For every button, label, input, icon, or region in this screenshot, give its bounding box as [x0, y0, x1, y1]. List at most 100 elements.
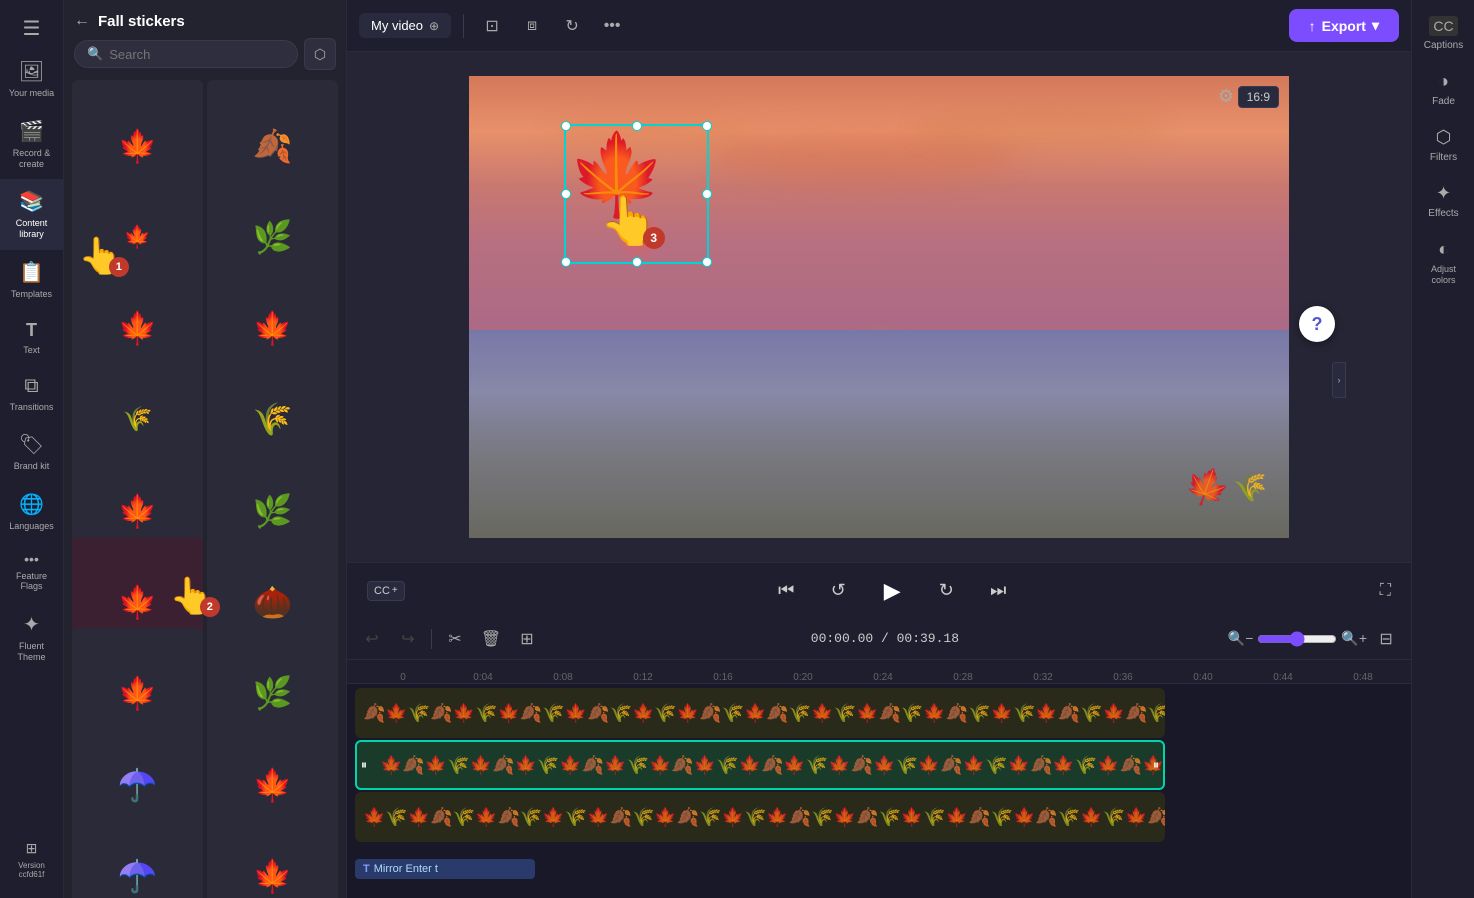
sticker-emoji-15: 🍁 — [253, 766, 293, 804]
fit-button[interactable]: ⊟ — [1371, 624, 1401, 654]
search-icon: 🔍 — [87, 46, 103, 62]
track-text-mirror[interactable]: T Mirror Enter t — [355, 859, 535, 879]
back-button[interactable]: ← — [74, 12, 90, 30]
timeline-tracks: 🍂🍁🌾🍂🍁🌾🍁🍂🌾🍁🍂🌾🍁🌾🍁🍂🌾🍁🍂🌾🍁🌾🍁🍂🌾🍁🍂🌾🍁🌾🍁🍂🌾🍁🍂🌾🍁🌾🍁🍂… — [347, 684, 1411, 898]
track-video-main[interactable]: ⏸ 🍁🍂🍁🌾🍁🍂🍁🌾🍁🍂🍁🌾🍁🍂🍁🌾🍁🍂🍁🌾🍁🍂🍁🌾🍁🍂🍁🌾🍁🍂🍁🌾🍁🍂🍁🌾🍁🍂… — [355, 740, 1165, 790]
track-sticker-top[interactable]: 🍂🍁🌾🍂🍁🌾🍁🍂🌾🍁🍂🌾🍁🌾🍁🍂🌾🍁🍂🌾🍁🌾🍁🍂🌾🍁🍂🌾🍁🌾🍁🍂🌾🍁🍂🌾🍁🌾🍁🍂… — [355, 688, 1165, 738]
resize-icon: ⧈ — [527, 17, 537, 35]
sticker-emoji-3: 🌿 — [253, 218, 293, 256]
templates-icon: 📋 — [19, 260, 44, 285]
sidebar-label-transitions: Transitions — [10, 402, 54, 412]
settings-icon[interactable]: ⚙ — [1218, 86, 1234, 107]
cc-button[interactable]: CC + — [367, 581, 405, 601]
sticker-cell-17[interactable]: 🍁 — [207, 811, 338, 898]
sidebar-item-text[interactable]: T Text — [0, 310, 63, 365]
right-tool-fade[interactable]: ◑ Fade — [1416, 63, 1472, 115]
right-tool-effects[interactable]: ✦ Effects — [1416, 175, 1472, 227]
sidebar-item-transitions[interactable]: ⧉ Transitions — [0, 365, 63, 422]
rotate-icon: ↻ — [565, 16, 578, 36]
track-row-4: T Mirror Enter t — [355, 844, 1403, 894]
ruler-mark-2: 0:08 — [523, 672, 603, 683]
zoom-in-button[interactable]: 🔍+ — [1341, 630, 1367, 647]
back-icon: ← — [74, 12, 90, 30]
undo-icon: ↩ — [365, 629, 378, 649]
rotate-button[interactable]: ↻ — [556, 10, 588, 42]
sidebar-label-languages: Languages — [9, 521, 54, 531]
export-button[interactable]: ↑ Export ▾ — [1289, 9, 1399, 42]
video-title-text: My video — [371, 18, 423, 33]
video-canvas[interactable]: 🍁 🍁 🌾 ⚙ 16:9 — [469, 76, 1289, 538]
redo-button[interactable]: ↪ — [393, 624, 423, 654]
sidebar-item-brand[interactable]: 🏷 Brand kit — [0, 422, 63, 482]
track-end-icon: ⏸ — [1153, 758, 1159, 773]
resize-button[interactable]: ⧈ — [516, 10, 548, 42]
ruler-mark-8: 0:32 — [1003, 672, 1083, 683]
sidebar-label-text: Text — [23, 345, 40, 355]
rewind-5-button[interactable]: ↺ — [820, 573, 856, 609]
export-icon: ↑ — [1309, 18, 1316, 34]
forward-5-button[interactable]: ↻ — [928, 573, 964, 609]
search-row: 🔍 ⬡ — [64, 38, 346, 80]
star-icon: ⬡ — [314, 46, 326, 63]
version-icon: ⊞ — [26, 840, 38, 857]
crop-button[interactable]: ⊡ — [476, 10, 508, 42]
right-tool-captions[interactable]: CC Captions — [1416, 8, 1472, 59]
zoom-out-button[interactable]: 🔍− — [1228, 630, 1254, 647]
search-input[interactable] — [109, 47, 285, 62]
export-label: Export — [1322, 18, 1366, 34]
effects-icon: ✦ — [1436, 183, 1451, 204]
beach-layer — [469, 330, 1289, 538]
sticker-emoji-4: 🍁 — [118, 309, 158, 347]
undo-button[interactable]: ↩ — [357, 624, 387, 654]
cc-add-icon: + — [392, 585, 398, 596]
toolbar-separator — [463, 14, 464, 38]
sidebar-item-templates[interactable]: 📋 Templates — [0, 250, 63, 310]
adjust-colors-icon: ◐ — [1438, 239, 1449, 260]
record-icon: 🎬 — [19, 119, 44, 144]
favorites-button[interactable]: ⬡ — [304, 38, 336, 70]
feature-flags-icon: ••• — [24, 551, 39, 567]
track-row-2: ⏸ 🍁🍂🍁🌾🍁🍂🍁🌾🍁🍂🍁🌾🍁🍂🍁🌾🍁🍂🍁🌾🍁🍂🍁🌾🍁🍂🍁🌾🍁🍂🍁🌾🍁🍂🍁🌾🍁🍂… — [355, 740, 1403, 790]
playback-left: CC + — [367, 581, 405, 601]
video-title-tab[interactable]: My video ⊕ — [359, 13, 451, 38]
sticker-emoji-11: 🌰 — [253, 583, 293, 621]
question-icon: ? — [1312, 314, 1323, 335]
right-tool-filters[interactable]: ⬡ Filters — [1416, 119, 1472, 171]
right-tool-adjust-colors[interactable]: ◐ Adjustcolors — [1416, 231, 1472, 294]
ruler-mark-12: 0:48 — [1323, 672, 1403, 683]
zoom-in-icon: 🔍+ — [1341, 630, 1367, 646]
sidebar-item-content[interactable]: 📚 Contentlibrary — [0, 179, 63, 250]
fullscreen-button[interactable]: ⛶ — [1380, 582, 1391, 600]
timeline-time-display: 00:00.00 / 00:39.18 — [811, 631, 959, 646]
ruler-mark-0: 0 — [363, 672, 443, 683]
aspect-ratio-badge[interactable]: 16:9 — [1238, 86, 1279, 108]
sidebar-item-your-media[interactable]: 🖼 Your media — [0, 49, 63, 109]
ruler-mark-10: 0:40 — [1163, 672, 1243, 683]
sidebar-label-templates: Templates — [11, 289, 52, 300]
sticker-emoji-6: 🌾 — [123, 405, 153, 434]
sticker-emoji-0: 🍁 — [118, 127, 158, 165]
filters-icon: ⬡ — [1436, 127, 1452, 148]
menu-button[interactable]: ☰ — [15, 8, 49, 49]
help-button[interactable]: ? — [1299, 306, 1335, 342]
add-track-button[interactable]: ⊞ — [512, 624, 542, 654]
track-sticker-mid[interactable]: 🍁🌾🍁🍂🌾🍁🍂🌾🍁🌾🍁🍂🌾🍁🍂🌾🍁🌾🍁🍂🌾🍁🍂🌾🍁🌾🍁🍂🌾🍁🍂🌾🍁🌾🍁🍂🌾🍁🍂🌾… — [355, 792, 1165, 842]
sidebar-item-fluent[interactable]: ✦ FluentTheme — [0, 602, 63, 673]
skip-end-icon: ⏭ — [990, 580, 1006, 601]
sidebar-label-fluent: FluentTheme — [17, 641, 45, 663]
more-button[interactable]: ••• — [596, 10, 628, 42]
sticker-cell-16[interactable]: ☂️ — [72, 811, 203, 898]
tl-sep-1 — [431, 629, 432, 649]
skip-end-button[interactable]: ⏭ — [980, 573, 1016, 609]
sidebar-item-languages[interactable]: 🌐 Languages — [0, 482, 63, 541]
cut-button[interactable]: ✂ — [440, 624, 470, 654]
zoom-slider[interactable] — [1257, 631, 1337, 647]
play-button[interactable]: ▶ — [872, 571, 912, 611]
right-panel-collapse[interactable]: › — [1332, 362, 1346, 398]
sidebar-item-feature-flags[interactable]: ••• FeatureFlags — [0, 541, 63, 603]
delete-button[interactable]: 🗑 — [476, 624, 506, 654]
skip-back-button[interactable]: ⏮ — [768, 573, 804, 609]
ruler-mark-7: 0:28 — [923, 672, 1003, 683]
sidebar-label-brand: Brand kit — [14, 461, 50, 472]
sidebar-item-record[interactable]: 🎬 Record & create — [0, 109, 63, 180]
